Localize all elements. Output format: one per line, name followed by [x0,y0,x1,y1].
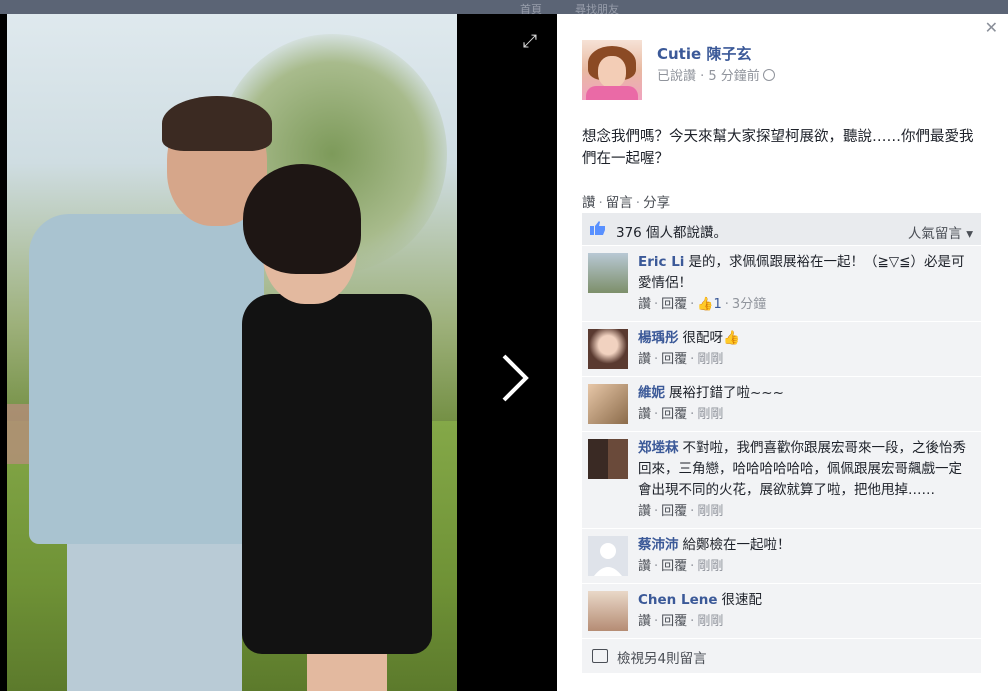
expand-icon[interactable]: ⤢ [520,32,540,52]
comments-section: 376 個人都說讚。 人氣留言 ▾ Eric Li 是的，求佩佩跟展裕在一起！（≧… [582,213,981,673]
likes-count[interactable]: 376 個人都說讚。 [616,221,727,241]
default-avatar-icon [594,543,622,576]
comment-reply-link[interactable]: 回覆 [661,614,687,629]
comment-like-link[interactable]: 讚 [638,352,651,367]
post-photo[interactable] [7,14,457,691]
view-more-comments[interactable]: 檢視另4則留言 [582,639,981,673]
commenter-avatar[interactable] [588,253,628,293]
close-icon[interactable]: ✕ [985,18,998,37]
thumbs-up-icon [590,221,605,235]
comment-meta: 讚 · 回覆 · 👍1 · 3分鐘 [638,297,767,312]
likes-summary: 376 個人都說讚。 人氣留言 ▾ [582,213,981,246]
commenter-avatar[interactable] [588,536,628,576]
poster-avatar[interactable] [582,40,642,100]
comment-text: 很配呀👍 [682,330,740,346]
comment-meta: 讚 · 回覆 · 剛剛 [638,352,724,367]
comment-reply-link[interactable]: 回覆 [661,407,687,422]
commenter-name[interactable]: Chen Lene [638,592,718,608]
comment-time: 剛剛 [697,407,724,422]
commenter-avatar[interactable] [588,329,628,369]
comment-reply-link[interactable]: 回覆 [661,504,687,519]
comment-reply-link[interactable]: 回覆 [661,297,687,312]
comment-like-link[interactable]: 讚 [638,559,651,574]
comment-time: 3分鐘 [731,297,767,312]
comment-link[interactable]: 留言 [606,195,633,211]
comment-text: 給鄭檢在一起啦！ [682,537,791,553]
comment-sort-dropdown[interactable]: 人氣留言 ▾ [908,222,973,242]
comment-time: 剛剛 [697,504,724,519]
comment-time: 剛剛 [697,614,724,629]
like-link[interactable]: 讚 [582,195,596,211]
comment-item: 蔡沛沛 給鄭檢在一起啦！ 讚 · 回覆 · 剛剛 [582,529,981,584]
comment-like-count[interactable]: 👍1 [697,297,721,312]
post-actions: 讚 · 留言 · 分享 [582,195,671,211]
commenter-name[interactable]: 維妮 [638,385,665,401]
comment-meta: 讚 · 回覆 · 剛剛 [638,559,724,574]
commenter-avatar[interactable] [588,439,628,479]
globe-icon [762,69,775,81]
comment-like-link[interactable]: 讚 [638,407,651,422]
poster-name[interactable]: Cutie 陳子玄 [657,43,751,64]
commenter-name[interactable]: Eric Li [638,254,684,270]
comment-item: 楊瑀彤 很配呀👍 讚 · 回覆 · 剛剛 [582,322,981,377]
view-more-comments-label[interactable]: 檢視另4則留言 [617,647,707,667]
photo-stage: ⤢ [0,14,557,691]
comment-time: 剛剛 [697,559,724,574]
comment-like-link[interactable]: 讚 [638,297,651,312]
post-meta-text: 已說讚 · 5 分鐘前 [657,69,760,84]
comment-like-link[interactable]: 讚 [638,614,651,629]
comment-meta: 讚 · 回覆 · 剛剛 [638,504,724,519]
comment-text: 很速配 [721,592,763,608]
comment-text: 展裕打錯了啦~~~ [669,385,784,401]
comment-item: 維妮 展裕打錯了啦~~~ 讚 · 回覆 · 剛剛 [582,377,981,432]
comment-item: 郑堘菻 不對啦，我們喜歡你跟展宏哥來一段，之後怡秀回來，三角戀，哈哈哈哈哈哈，佩佩… [582,432,981,529]
commenter-avatar[interactable] [588,591,628,631]
chevron-right-icon[interactable] [494,348,534,408]
commenter-name[interactable]: 蔡沛沛 [638,537,679,553]
comment-bubble-icon [592,649,608,663]
comment-reply-link[interactable]: 回覆 [661,352,687,367]
comment-meta: 讚 · 回覆 · 剛剛 [638,614,724,629]
background-page: 首頁 尋找朋友 [0,0,1008,16]
commenter-name[interactable]: 楊瑀彤 [638,330,679,346]
commenter-name[interactable]: 郑堘菻 [638,440,679,456]
comment-item: Chen Lene 很速配 讚 · 回覆 · 剛剛 [582,584,981,639]
comment-text: 是的，求佩佩跟展裕在一起！（≧▽≦）必是可愛情侶！ [638,254,965,291]
comment-time: 剛剛 [697,352,724,367]
comment-text: 不對啦，我們喜歡你跟展宏哥來一段，之後怡秀回來，三角戀，哈哈哈哈哈哈，佩佩跟展宏… [638,440,966,498]
post-text: 想念我們嗎？今天來幫大家探望柯展欲，聽說……你們最愛我們在一起喔？ [582,129,974,167]
post-meta: 已說讚 · 5 分鐘前 [657,65,775,84]
comment-meta: 讚 · 回覆 · 剛剛 [638,407,724,422]
post-detail-panel: ✕ Cutie 陳子玄 已說讚 · 5 分鐘前 想念我們嗎？今天來幫大家探望柯展… [557,14,1008,691]
comment-like-link[interactable]: 讚 [638,504,651,519]
share-link[interactable]: 分享 [643,195,670,211]
commenter-avatar[interactable] [588,384,628,424]
comment-reply-link[interactable]: 回覆 [661,559,687,574]
comment-item: Eric Li 是的，求佩佩跟展裕在一起！（≧▽≦）必是可愛情侶！ 讚 · 回覆 · 👍1… [582,246,981,322]
